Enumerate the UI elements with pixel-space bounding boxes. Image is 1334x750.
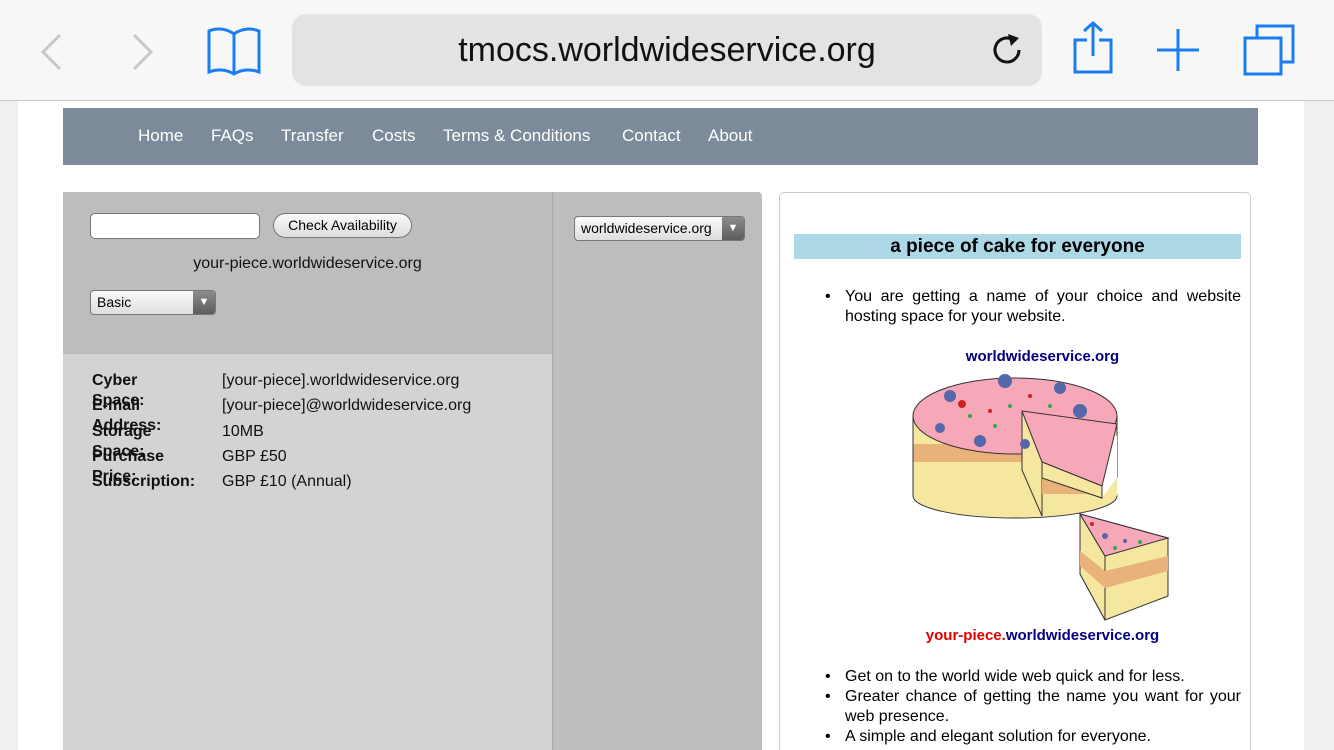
domain-caption-top: worldwideservice.org bbox=[965, 348, 1120, 365]
chevron-left-icon[interactable] bbox=[38, 32, 66, 72]
promo-heading: a piece of cake for everyone bbox=[794, 234, 1241, 259]
reload-icon[interactable] bbox=[989, 32, 1025, 68]
nav-home[interactable]: Home bbox=[138, 108, 183, 163]
list-item: You are getting a name of your choice an… bbox=[825, 287, 1241, 327]
book-icon[interactable] bbox=[206, 26, 262, 76]
list-item: Get on to the world wide web quick and f… bbox=[825, 667, 1241, 687]
detail-value: [your-piece].worldwideservice.org bbox=[222, 372, 460, 389]
detail-label: Subscription: bbox=[92, 473, 196, 491]
benefits-list: Get on to the world wide web quick and f… bbox=[825, 667, 1241, 747]
detail-value: GBP £50 bbox=[222, 447, 287, 465]
domain-caption-domain: worldwideservice.org bbox=[1005, 627, 1160, 644]
name-input[interactable] bbox=[90, 213, 260, 239]
nav-contact[interactable]: Contact bbox=[622, 108, 681, 163]
domain-preview: your-piece.worldwideservice.org bbox=[193, 255, 422, 272]
intro-list: You are getting a name of your choice an… bbox=[825, 287, 1241, 327]
nav-costs[interactable]: Costs bbox=[372, 108, 415, 163]
check-availability-button[interactable]: Check Availability bbox=[273, 213, 412, 238]
plus-icon[interactable] bbox=[1155, 27, 1201, 73]
detail-value: [your-piece]@worldwideservice.org bbox=[222, 397, 472, 415]
main-nav: Home FAQs Transfer Costs Terms & Conditi… bbox=[63, 108, 1258, 165]
browser-toolbar: tmocs.worldwideservice.org bbox=[0, 0, 1334, 101]
address-bar[interactable]: tmocs.worldwideservice.org bbox=[292, 14, 1042, 86]
domain-select-value: worldwideservice.org bbox=[581, 220, 712, 236]
list-item: Greater chance of getting the name you w… bbox=[825, 687, 1241, 727]
nav-about[interactable]: About bbox=[708, 108, 752, 163]
list-item: A simple and elegant solution for everyo… bbox=[825, 727, 1241, 747]
plan-select[interactable]: Basic ▼ bbox=[90, 290, 216, 315]
panel-divider bbox=[552, 192, 553, 750]
domain-select[interactable]: worldwideservice.org ▼ bbox=[574, 216, 745, 241]
detail-value: 10MB bbox=[222, 422, 264, 440]
dropdown-arrow-icon: ▼ bbox=[193, 291, 215, 314]
domain-caption-subdomain: your-piece. bbox=[925, 627, 1006, 644]
nav-terms[interactable]: Terms & Conditions bbox=[443, 108, 590, 163]
nav-faqs[interactable]: FAQs bbox=[211, 108, 254, 163]
domain-caption-bottom: your-piece.worldwideservice.org bbox=[880, 627, 1205, 644]
tabs-icon[interactable] bbox=[1243, 24, 1295, 76]
chevron-right-icon[interactable] bbox=[128, 32, 156, 72]
dropdown-arrow-icon: ▼ bbox=[722, 217, 744, 240]
detail-value: GBP £10 (Annual) bbox=[222, 473, 352, 491]
cake-illustration bbox=[912, 374, 1170, 621]
url-text: tmocs.worldwideservice.org bbox=[458, 31, 876, 69]
nav-transfer[interactable]: Transfer bbox=[281, 108, 344, 163]
share-icon[interactable] bbox=[1072, 20, 1114, 76]
plan-select-value: Basic bbox=[97, 294, 132, 310]
